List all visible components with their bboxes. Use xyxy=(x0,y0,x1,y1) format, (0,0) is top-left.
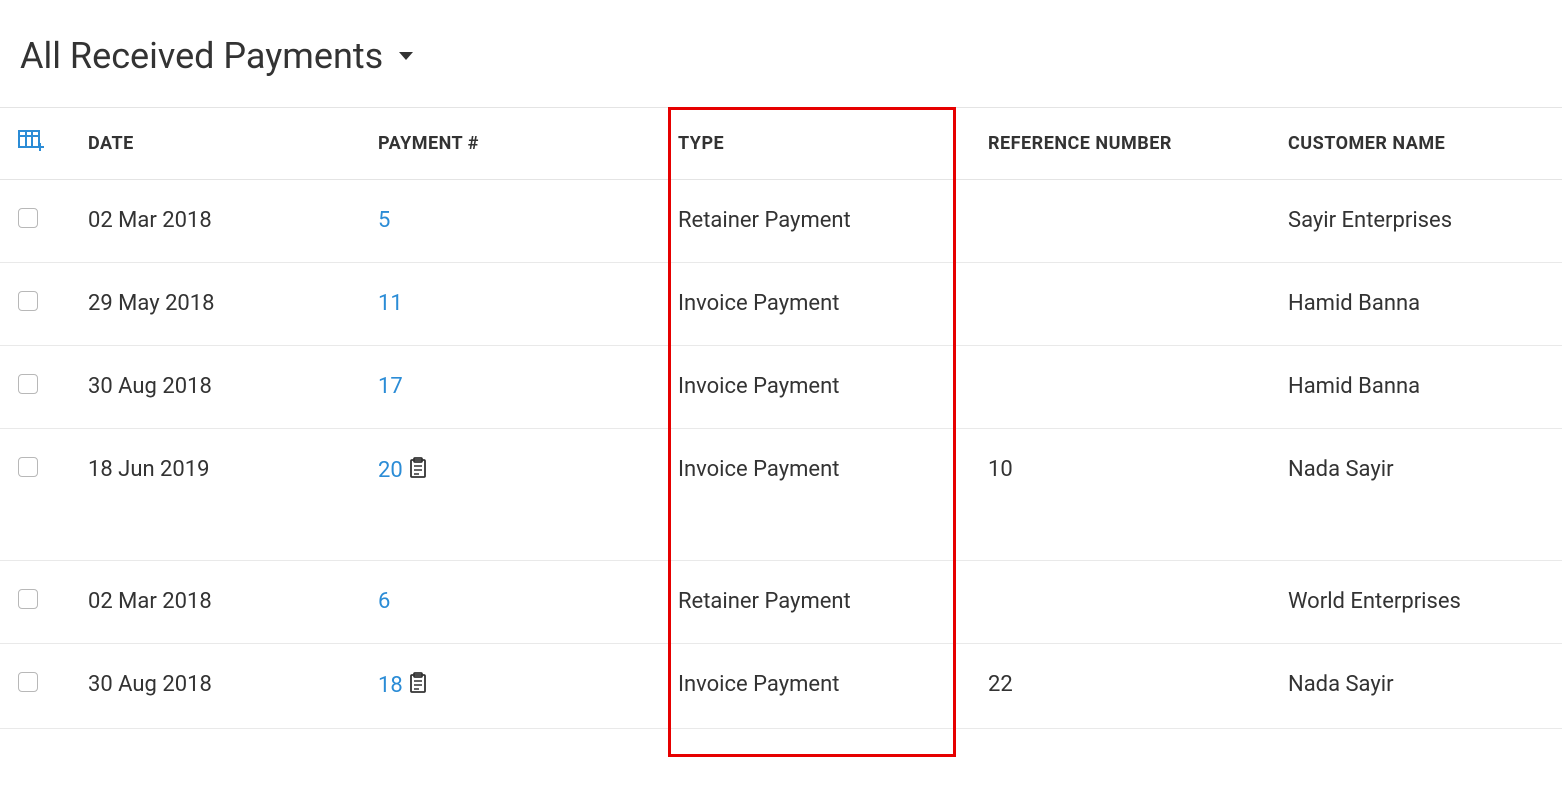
clipboard-icon xyxy=(409,672,427,700)
customer-cell: Hamid Banna xyxy=(1270,346,1562,429)
payment-column-header[interactable]: PAYMENT # xyxy=(360,108,660,180)
table-row[interactable]: 30 Aug 2018 17 Invoice Payment Hamid Banna xyxy=(0,346,1562,429)
date-cell: 29 May 2018 xyxy=(70,263,360,346)
date-cell: 02 Mar 2018 xyxy=(70,180,360,263)
payment-cell: 18 xyxy=(360,644,660,729)
clipboard-icon xyxy=(409,457,427,485)
page-title-text: All Received Payments xyxy=(20,35,383,77)
column-settings-header[interactable] xyxy=(0,108,70,180)
type-cell: Invoice Payment xyxy=(660,429,970,561)
payment-number-link[interactable]: 5 xyxy=(378,208,390,233)
type-cell: Retainer Payment xyxy=(660,561,970,644)
reference-cell xyxy=(970,263,1270,346)
date-cell: 30 Aug 2018 xyxy=(70,644,360,729)
payment-number-link[interactable]: 18 xyxy=(378,673,403,698)
reference-cell: 10 xyxy=(970,429,1270,561)
date-cell: 02 Mar 2018 xyxy=(70,561,360,644)
customer-cell: Hamid Banna xyxy=(1270,263,1562,346)
row-checkbox[interactable] xyxy=(18,208,38,228)
table-row[interactable]: 02 Mar 2018 6 Retainer Payment World Enterp… xyxy=(0,561,1562,644)
customer-cell: Nada Sayir xyxy=(1270,429,1562,561)
type-cell: Invoice Payment xyxy=(660,263,970,346)
chevron-down-icon xyxy=(399,52,413,60)
reference-cell xyxy=(970,346,1270,429)
customer-cell: Nada Sayir xyxy=(1270,644,1562,729)
customer-column-header[interactable]: CUSTOMER NAME xyxy=(1270,108,1562,180)
payment-number-link[interactable]: 17 xyxy=(378,374,403,399)
date-column-header[interactable]: DATE xyxy=(70,108,360,180)
type-cell: Retainer Payment xyxy=(660,180,970,263)
date-cell: 18 Jun 2019 xyxy=(70,429,360,561)
reference-cell xyxy=(970,180,1270,263)
payment-cell: 11 xyxy=(360,263,660,346)
payment-cell: 20 xyxy=(360,429,660,561)
type-cell: Invoice Payment xyxy=(660,644,970,729)
payment-number-link[interactable]: 20 xyxy=(378,458,403,483)
payments-table-container: DATE PAYMENT # TYPE REFERENCE NUMBER CUS… xyxy=(0,107,1562,729)
row-checkbox[interactable] xyxy=(18,589,38,609)
table-row[interactable]: 18 Jun 2019 20 Invoice Payment10Nada Sayir xyxy=(0,429,1562,561)
column-settings-icon xyxy=(18,130,44,157)
payment-cell: 6 xyxy=(360,561,660,644)
row-checkbox[interactable] xyxy=(18,374,38,394)
table-row[interactable]: 02 Mar 2018 5 Retainer Payment Sayir Enterp… xyxy=(0,180,1562,263)
date-cell: 30 Aug 2018 xyxy=(70,346,360,429)
reference-cell xyxy=(970,561,1270,644)
customer-cell: World Enterprises xyxy=(1270,561,1562,644)
type-column-header[interactable]: TYPE xyxy=(660,108,970,180)
reference-cell: 22 xyxy=(970,644,1270,729)
row-checkbox[interactable] xyxy=(18,457,38,477)
payment-cell: 5 xyxy=(360,180,660,263)
reference-column-header[interactable]: REFERENCE NUMBER xyxy=(970,108,1270,180)
type-cell: Invoice Payment xyxy=(660,346,970,429)
payment-number-link[interactable]: 6 xyxy=(378,589,390,614)
table-header-row: DATE PAYMENT # TYPE REFERENCE NUMBER CUS… xyxy=(0,108,1562,180)
table-row[interactable]: 30 Aug 2018 18 Invoice Payment22Nada Sayir xyxy=(0,644,1562,729)
table-row[interactable]: 29 May 2018 11 Invoice Payment Hamid Banna xyxy=(0,263,1562,346)
page-title-dropdown[interactable]: All Received Payments xyxy=(20,35,413,77)
row-checkbox[interactable] xyxy=(18,672,38,692)
payment-cell: 17 xyxy=(360,346,660,429)
row-checkbox[interactable] xyxy=(18,291,38,311)
payment-number-link[interactable]: 11 xyxy=(378,291,403,316)
customer-cell: Sayir Enterprises xyxy=(1270,180,1562,263)
payments-table: DATE PAYMENT # TYPE REFERENCE NUMBER CUS… xyxy=(0,107,1562,729)
